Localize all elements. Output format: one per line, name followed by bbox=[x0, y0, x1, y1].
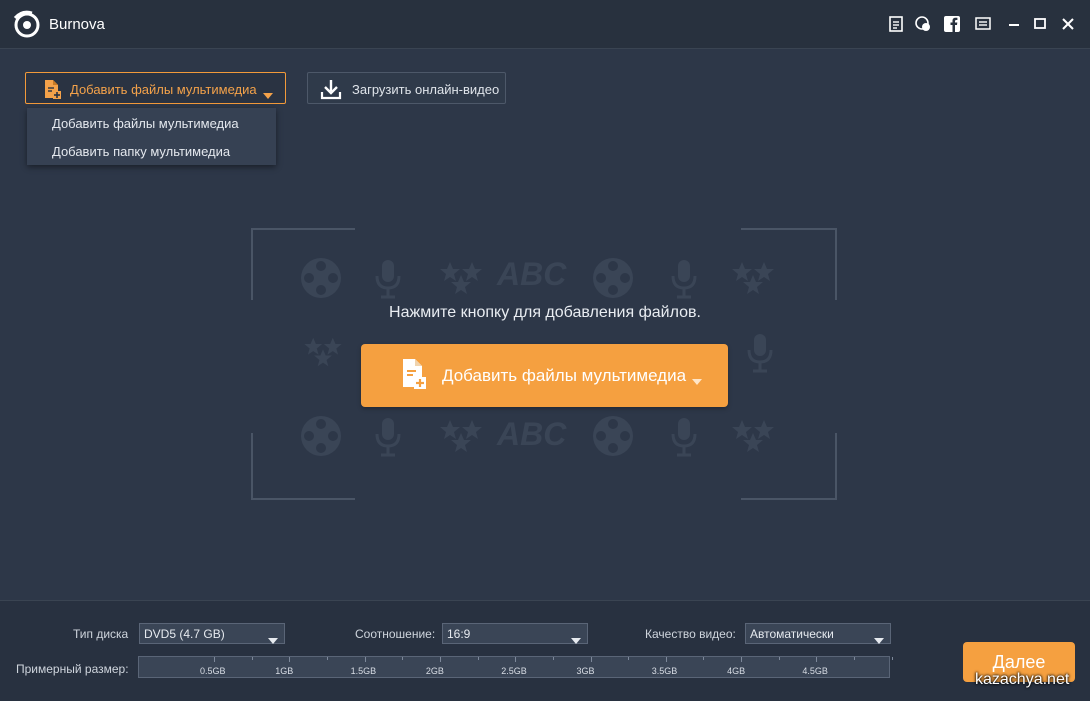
menu-icon[interactable] bbox=[974, 15, 992, 33]
size-bar-tick-label: 1.5GB bbox=[350, 666, 377, 676]
drop-zone-corner bbox=[251, 433, 355, 500]
document-icon[interactable] bbox=[887, 15, 905, 33]
menu-item-label: Добавить файлы мультимедиа bbox=[52, 116, 239, 131]
size-bar-tick-label: 4GB bbox=[727, 666, 746, 676]
download-online-video-button[interactable]: Загрузить онлайн-видео bbox=[307, 72, 506, 104]
size-bar-minor-tick bbox=[891, 657, 893, 660]
disc-type-select[interactable]: DVD5 (4.7 GB) bbox=[139, 623, 285, 644]
size-bar-minor-tick bbox=[326, 657, 328, 660]
drop-zone-corner bbox=[741, 228, 837, 300]
size-bar-minor-tick bbox=[703, 657, 705, 660]
size-bar-minor-tick bbox=[628, 657, 630, 660]
add-file-icon bbox=[42, 79, 62, 104]
next-button-label: Далее bbox=[992, 652, 1046, 672]
download-online-video-label: Загрузить онлайн-видео bbox=[352, 82, 500, 97]
size-bar-tick bbox=[364, 657, 366, 662]
size-bar-tick-label: 2GB bbox=[425, 666, 444, 676]
size-bar-minor-tick bbox=[552, 657, 554, 660]
drop-zone-corner bbox=[741, 433, 837, 500]
app-title: Burnova bbox=[49, 16, 105, 33]
disc-type-value: DVD5 (4.7 GB) bbox=[144, 627, 225, 641]
size-bar-tick-label: 0.5GB bbox=[200, 666, 226, 676]
size-bar-minor-tick bbox=[778, 657, 780, 660]
size-bar-tick-label: 2.5GB bbox=[501, 666, 527, 676]
download-icon bbox=[320, 78, 342, 105]
add-file-icon bbox=[401, 358, 427, 395]
size-bar-tick bbox=[289, 657, 291, 662]
chat-icon[interactable] bbox=[914, 15, 932, 33]
size-bar-tick-label: 3.5GB bbox=[651, 666, 678, 676]
chevron-down-icon bbox=[874, 631, 884, 649]
size-bar-tick bbox=[214, 657, 215, 662]
big-add-media-label: Добавить файлы мультимедиа bbox=[442, 366, 687, 385]
add-media-label: Добавить файлы мультимедиа bbox=[70, 82, 257, 97]
menu-item-add-folder[interactable]: Добавить папку мультимедиа bbox=[27, 137, 276, 165]
video-quality-value: Автоматически bbox=[750, 627, 834, 641]
video-quality-label: Качество видео: bbox=[645, 627, 736, 641]
estimated-size-label: Примерный размер: bbox=[16, 662, 129, 676]
bottom-settings-bar bbox=[0, 600, 1090, 701]
size-bar-minor-tick bbox=[854, 657, 856, 660]
minimize-icon[interactable] bbox=[1005, 15, 1023, 33]
drop-zone-hint: Нажмите кнопку для добавления файлов. bbox=[389, 304, 701, 321]
menu-item-add-files[interactable]: Добавить файлы мультимедиа bbox=[27, 109, 276, 137]
drop-zone-corner bbox=[251, 228, 355, 300]
menu-item-label: Добавить папку мультимедиа bbox=[52, 144, 231, 159]
disc-type-label: Тип диска bbox=[73, 627, 129, 641]
big-add-media-button[interactable]: Добавить файлы мультимедиа bbox=[361, 344, 728, 407]
maximize-icon[interactable] bbox=[1031, 15, 1049, 33]
chevron-down-icon bbox=[263, 86, 273, 104]
size-bar-tick bbox=[816, 657, 818, 662]
ratio-label: Соотношение: bbox=[355, 627, 436, 641]
size-bar-tick-label: 4.5GB bbox=[802, 666, 828, 676]
size-bar-tick-label: 3GB bbox=[576, 666, 595, 676]
ratio-value: 16:9 bbox=[447, 627, 471, 641]
video-quality-select[interactable]: Автоматически bbox=[745, 623, 891, 644]
size-bar-tick-label: 1GB bbox=[275, 666, 294, 676]
add-media-dropdown-menu: Добавить файлы мультимедиа Добавить папк… bbox=[27, 108, 276, 165]
size-bar-tick bbox=[515, 657, 517, 662]
add-media-button[interactable]: Добавить файлы мультимедиа bbox=[25, 72, 286, 104]
size-bar-minor-tick bbox=[477, 657, 479, 660]
chevron-down-icon bbox=[692, 372, 702, 390]
ratio-select[interactable]: 16:9 bbox=[442, 623, 588, 644]
size-bar-minor-tick bbox=[402, 657, 404, 660]
size-bar-tick bbox=[741, 657, 743, 662]
burnova-logo-icon bbox=[12, 10, 42, 38]
close-icon[interactable] bbox=[1059, 15, 1077, 33]
size-bar-tick bbox=[590, 657, 592, 662]
chevron-down-icon bbox=[268, 631, 278, 649]
size-bar-tick bbox=[439, 657, 441, 662]
chevron-down-icon bbox=[571, 631, 581, 649]
size-bar-tick bbox=[665, 657, 667, 662]
site-watermark: kazachya.net bbox=[975, 671, 1070, 688]
size-bar-minor-tick bbox=[251, 657, 253, 660]
facebook-icon[interactable] bbox=[943, 15, 961, 33]
title-bar: Burnova bbox=[0, 0, 1090, 49]
estimated-size-bar: 0.5GB 1GB 1.5GB 2GB 2.5GB 3GB 3.5GB 4GB 4.5GB bbox=[138, 656, 893, 678]
